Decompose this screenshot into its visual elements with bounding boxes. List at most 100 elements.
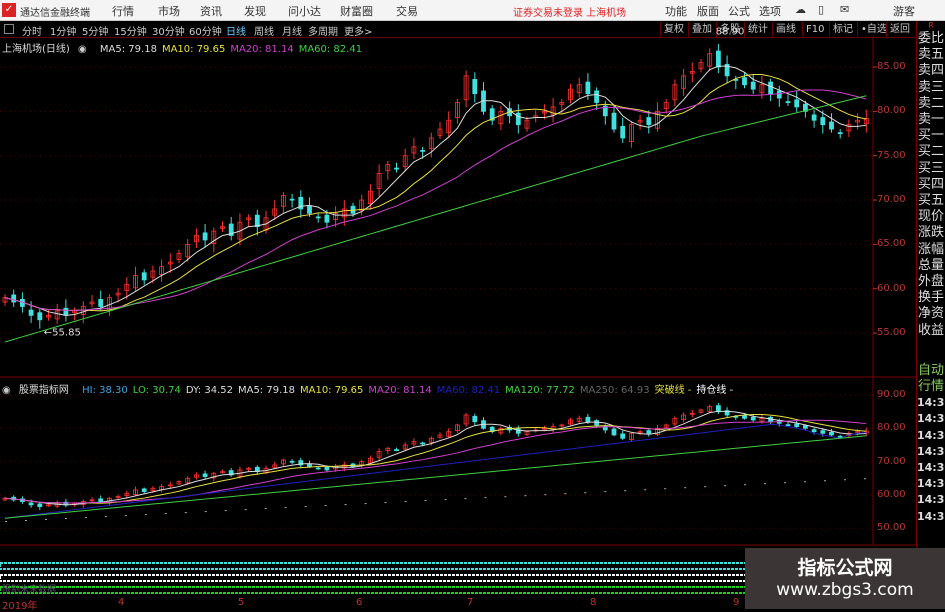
indicator-legend-item: MA120: 77.72 [505, 385, 575, 396]
y-tick-label: 80.00 [877, 105, 906, 117]
quote-panel: R 委比 卖五 卖四 卖三 卖二 卖一 买一 买二 买三 买四 买五 现价 涨跌 涨幅 总量 外盘 换手 净资 收益自… [916, 21, 945, 609]
quote-field-label: 涨幅 [917, 241, 944, 257]
tick-time: 14:30 [917, 396, 945, 410]
tick-time: 14:31 [917, 493, 945, 507]
x-axis-label: 5 [238, 597, 245, 608]
quote-field-label: 卖四 [917, 63, 944, 79]
price-candle [811, 114, 817, 121]
quote-field-label: 外盘 [917, 274, 944, 290]
price-candle [611, 112, 617, 130]
watermark-url: www.zbgs3.com [776, 580, 914, 600]
y-tick-label: 65.00 [877, 238, 906, 250]
ind-ma60-line [4, 423, 867, 519]
quote-field-label: 卖三 [917, 79, 944, 95]
tick-time[interactable]: 自动 [917, 363, 945, 379]
quote-field-label: 买四 [917, 176, 944, 192]
indicator-candle [750, 416, 756, 421]
price-candle [742, 77, 747, 86]
indicator-candle [472, 415, 478, 423]
tick-time: 14:31 [917, 509, 945, 523]
price-candle [515, 112, 521, 126]
tick-time: 14:30 [917, 461, 945, 475]
x-axis-label: 7 [467, 597, 474, 608]
ind-ma250-line [4, 478, 867, 523]
ma-legend-item: MA20: 81.14 [230, 44, 294, 55]
quote-field-label: 卖五 [917, 47, 944, 63]
ma-legend-item: MA60: 82.41 [298, 44, 363, 55]
indicator-candle [28, 502, 34, 506]
indicator-y-tick-label: 90.00 [877, 389, 906, 400]
price-candle [646, 117, 652, 126]
quote-field-label: 委比 [917, 31, 944, 46]
tick-time[interactable]: 行情 [917, 379, 945, 395]
indicator-legend-item: MA60: 82.41 [436, 385, 501, 396]
price-candle [63, 307, 69, 316]
settings-icon[interactable]: ◉ [2, 385, 11, 396]
indicator-candle [98, 498, 104, 502]
price-candle [768, 81, 773, 95]
indicator-candle [829, 431, 834, 436]
price-candle [620, 126, 626, 139]
indicator-candle [307, 463, 312, 467]
price-candle [829, 121, 834, 130]
price-candle [394, 167, 399, 170]
quote-field-label: 收益 [917, 322, 944, 338]
price-candle [11, 294, 17, 303]
ind-ma5-line [4, 410, 867, 506]
x-axis-label: 2019年 [2, 601, 38, 612]
lock-future-data[interactable]: 限制未来数据 [2, 582, 56, 595]
quote-field-label: 卖二 [917, 95, 944, 111]
price-candle [324, 214, 330, 223]
indicator-legend-item: MA20: 81.14 [368, 385, 432, 396]
indicator-candle [646, 430, 652, 434]
price-candle [37, 312, 43, 321]
quote-field-label: 总量 [917, 257, 944, 273]
ma-legend-item: MA5: 79.18 [99, 44, 157, 55]
indicator-candle [37, 503, 43, 507]
indicator-legend-item: MA250: 64.93 [579, 385, 650, 396]
indicator-title: 股票指标网 [18, 385, 69, 396]
indicator-legend-item: HI: 38.30 [82, 385, 128, 396]
indicator-y-tick-label: 80.00 [877, 422, 906, 434]
indicator-candle [716, 405, 721, 413]
high-price-label: 88.90 [716, 26, 745, 37]
indicator-legend-item: 持仓线 - [696, 385, 734, 396]
price-candle [820, 117, 826, 126]
indicator-candle [785, 424, 791, 427]
r-marker: R [928, 21, 934, 30]
indicator-candle [594, 420, 599, 426]
quote-field-label: 涨跌 [917, 225, 944, 241]
watermark-title: 指标公式网 [797, 557, 893, 579]
price-candle [776, 90, 782, 99]
indicator-candle [394, 449, 399, 452]
price-candle [472, 79, 478, 95]
indicator-legend-item: LO: 30.74 [132, 385, 181, 396]
tick-time: 14:30 [917, 477, 945, 491]
price-candle [289, 198, 295, 201]
y-tick-label: 60.00 [877, 282, 906, 294]
indicator-legend-item: DY: 34.52 [185, 385, 233, 396]
price-chart[interactable]: 88.90 ←55.85 [0, 0, 916, 600]
x-axis-label: 8 [590, 597, 597, 608]
stock-title: 上海机场(日线) [2, 44, 70, 55]
indicator-candle [289, 460, 295, 463]
indicator-legend: ◉ 股票指标网 HI: 38.30 LO: 30.74 DY: 34.52 MA5: … [2, 381, 738, 396]
indicator-candle [620, 433, 626, 439]
ma5-line [4, 65, 867, 316]
indicator-candle [611, 428, 617, 436]
indicator-y-tick-label: 60.00 [877, 488, 906, 500]
indicator-candle [420, 442, 426, 445]
quote-field-label: 卖一 [917, 112, 944, 128]
y-tick-label: 55.00 [877, 327, 906, 339]
quote-field-label: 买二 [917, 144, 944, 160]
ind-ma120-line [4, 435, 867, 519]
price-candle [254, 214, 260, 228]
price-candle [315, 216, 321, 219]
indicator-candle [202, 473, 208, 477]
ma60-line [4, 95, 867, 343]
indicator-candle [820, 430, 826, 434]
settings-icon[interactable]: ◉ [78, 44, 87, 55]
indicator-candle [811, 429, 817, 433]
tick-time: 14:30 [917, 412, 945, 426]
watermark: 指标公式网 www.zbgs3.com [745, 548, 945, 609]
